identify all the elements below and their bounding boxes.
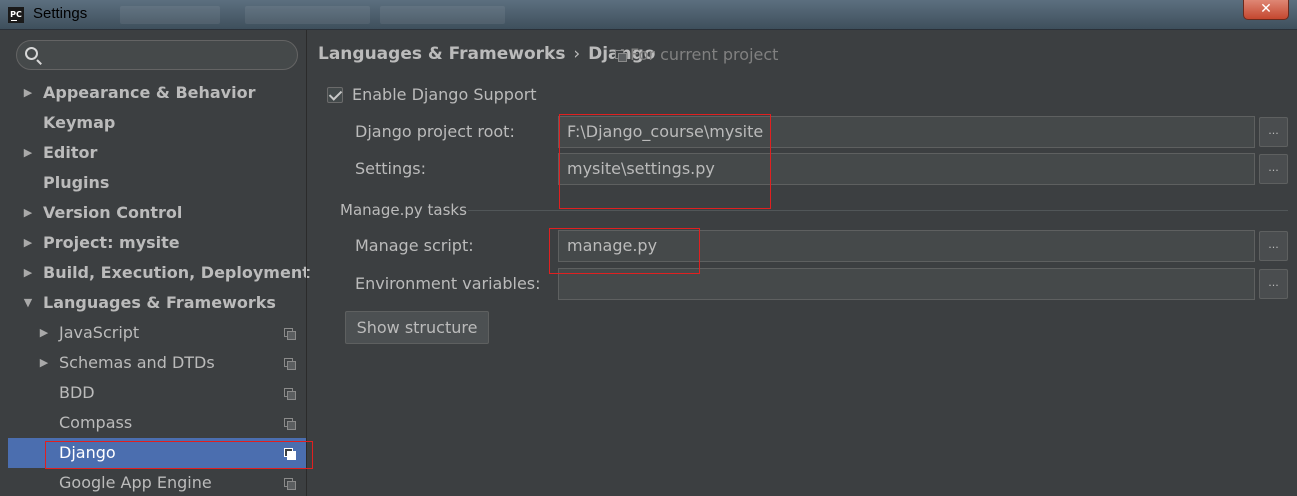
project-scope-icon — [284, 358, 296, 370]
tree-item-editor[interactable]: ▶ Editor — [8, 138, 306, 168]
tree-item-plugins[interactable]: Plugins — [8, 168, 306, 198]
enable-django-support-checkbox[interactable] — [327, 87, 343, 103]
expand-arrow-icon[interactable]: ▶ — [38, 348, 50, 378]
section-divider — [468, 210, 1288, 211]
background-tab-ghost — [380, 6, 505, 24]
window-title: Settings — [33, 5, 88, 22]
tree-item-label: Schemas and DTDs — [59, 353, 215, 372]
tree-item-label: Compass — [59, 413, 133, 432]
title-bar: PC Settings ✕ — [0, 0, 1297, 30]
tree-item-label: Appearance & Behavior — [43, 83, 256, 102]
tree-item-build-execution-deployment[interactable]: ▶ Build, Execution, Deployment — [8, 258, 310, 288]
project-scope-icon — [284, 418, 296, 430]
annotation-box-manage-script — [549, 228, 700, 274]
tree-item-appearance-behavior[interactable]: ▶ Appearance & Behavior — [8, 78, 306, 108]
show-structure-button[interactable]: Show structure — [345, 311, 489, 344]
project-scope-icon — [615, 50, 627, 62]
sidebar-divider[interactable] — [306, 30, 307, 496]
settings-window: PC Settings ✕ ▶ Appearance & Behavior Ke… — [0, 0, 1297, 496]
annotation-box-paths — [559, 114, 771, 209]
breadcrumb: Languages & Frameworks › Django — [318, 44, 655, 64]
settings-sidebar: ▶ Appearance & Behavior Keymap ▶ Editor … — [8, 30, 310, 496]
tree-item-bdd[interactable]: BDD — [8, 378, 306, 408]
project-scope-icon — [284, 328, 296, 340]
environment-variables-browse-button[interactable]: ... — [1259, 269, 1288, 299]
expand-arrow-icon[interactable]: ▶ — [22, 78, 34, 108]
tree-item-label: Languages & Frameworks — [43, 293, 276, 312]
tree-item-label: BDD — [59, 383, 95, 402]
tree-item-label: Version Control — [43, 203, 183, 222]
expand-arrow-icon[interactable]: ▶ — [22, 228, 34, 258]
manage-py-section-title: Manage.py tasks — [340, 201, 467, 219]
settings-search-field[interactable] — [16, 40, 298, 70]
close-button[interactable]: ✕ — [1243, 0, 1289, 20]
collapse-arrow-icon[interactable]: ▼ — [22, 288, 34, 318]
tree-item-version-control[interactable]: ▶ Version Control — [8, 198, 306, 228]
tree-item-label: Google App Engine — [59, 473, 212, 492]
background-tab-ghost — [245, 6, 370, 24]
tree-item-label: Plugins — [43, 173, 110, 192]
project-scope-icon — [284, 388, 296, 400]
expand-arrow-icon[interactable]: ▶ — [22, 198, 34, 228]
breadcrumb-separator: › — [573, 44, 581, 64]
scope-indicator: For current project — [615, 45, 778, 64]
enable-django-support-label[interactable]: Enable Django Support — [352, 85, 537, 104]
settings-label: Settings: — [355, 159, 427, 178]
settings-browse-button[interactable]: ... — [1259, 154, 1288, 184]
tree-item-compass[interactable]: Compass — [8, 408, 306, 438]
pycharm-app-icon: PC — [8, 7, 24, 23]
search-icon — [25, 47, 38, 60]
tree-item-javascript[interactable]: ▶ JavaScript — [8, 318, 306, 348]
tree-item-label: Build, Execution, Deployment — [43, 263, 310, 282]
background-toolbar-ghost — [120, 6, 220, 24]
project-root-label: Django project root: — [355, 122, 515, 141]
tree-item-label: Editor — [43, 143, 98, 162]
tree-item-schemas-dtds[interactable]: ▶ Schemas and DTDs — [8, 348, 306, 378]
expand-arrow-icon[interactable]: ▶ — [38, 318, 50, 348]
manage-script-label: Manage script: — [355, 236, 474, 255]
scope-label: For current project — [630, 45, 779, 64]
tree-item-label: JavaScript — [59, 323, 140, 342]
expand-arrow-icon[interactable]: ▶ — [22, 258, 34, 288]
breadcrumb-parent[interactable]: Languages & Frameworks — [318, 44, 565, 64]
annotation-box-django-item — [45, 441, 313, 469]
tree-item-keymap[interactable]: Keymap — [8, 108, 306, 138]
tree-item-label: Project: mysite — [43, 233, 180, 252]
environment-variables-label: Environment variables: — [355, 274, 541, 293]
tree-item-google-app-engine[interactable]: Google App Engine — [8, 468, 306, 496]
project-root-browse-button[interactable]: ... — [1259, 117, 1288, 147]
tree-item-languages-frameworks[interactable]: ▼ Languages & Frameworks — [8, 288, 306, 318]
tree-item-project[interactable]: ▶ Project: mysite — [8, 228, 306, 258]
tree-item-label: Keymap — [43, 113, 116, 132]
expand-arrow-icon[interactable]: ▶ — [22, 138, 34, 168]
project-scope-icon — [284, 478, 296, 490]
manage-script-browse-button[interactable]: ... — [1259, 231, 1288, 261]
